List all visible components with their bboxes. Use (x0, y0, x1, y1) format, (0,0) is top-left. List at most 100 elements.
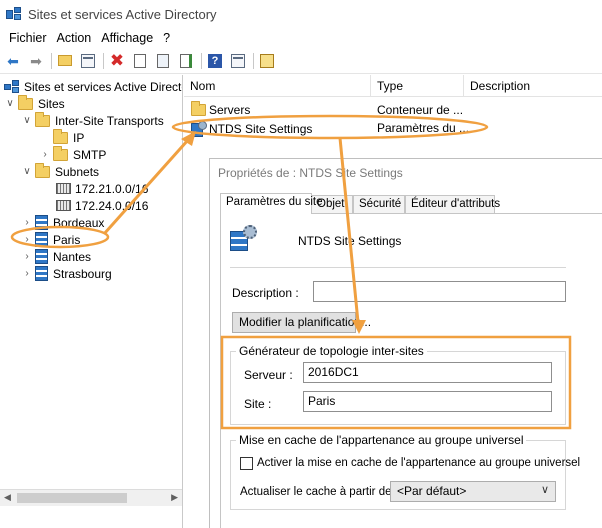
chevron-down-icon[interactable]: ∨ (5, 98, 15, 109)
list-item-type: Paramètres du ... (377, 121, 470, 135)
chevron-right-icon[interactable]: › (40, 149, 50, 160)
toolbar-separator (51, 52, 52, 69)
list-item[interactable]: NTDS Site Settings Paramètres du ... (184, 119, 484, 137)
scrollbar-thumb[interactable] (17, 493, 127, 503)
properties-icon[interactable] (131, 52, 149, 70)
horizontal-scrollbar[interactable]: ◀ ▶ (0, 489, 182, 506)
modify-schedule-button[interactable]: Modifier la planification... (232, 312, 371, 333)
tree-item-label: Paris (53, 232, 81, 247)
tree-item-ip[interactable]: IP (53, 128, 85, 146)
tree-item-label: 172.24.0.0/16 (75, 198, 149, 213)
tree-item-label: IP (73, 130, 85, 145)
server-field[interactable]: 2016DC1 (303, 362, 552, 383)
toolbar-separator (201, 52, 202, 69)
toolbar-separator (103, 52, 104, 69)
tree-item-inter-site-transports[interactable]: ∨ Inter-Site Transports (22, 111, 164, 129)
window-title: Sites et services Active Directory (28, 6, 217, 22)
tree-item-label: Subnets (55, 164, 100, 179)
ntds-settings-icon (230, 225, 258, 251)
folder-icon (35, 162, 50, 178)
site-field[interactable]: Paris (303, 391, 552, 412)
toolbar: ⬅ ➡ ✖ ? (0, 48, 602, 74)
refresh-cache-select[interactable]: <Par défaut> ∨ (390, 481, 556, 502)
chevron-right-icon[interactable]: › (22, 234, 32, 245)
tree-item-label: Sites et services Active Directory (24, 79, 183, 94)
help-icon[interactable]: ? (206, 52, 224, 70)
refresh-cache-value: <Par défaut> (397, 484, 467, 498)
list-item-name: NTDS Site Settings (209, 122, 313, 136)
menu-bar: Fichier Action Affichage ? (0, 28, 602, 48)
tab-attribute-editor[interactable]: Éditeur d'attributs (405, 195, 500, 213)
show-tree-icon[interactable] (79, 52, 97, 70)
site-icon (35, 249, 48, 264)
description-label: Description : (232, 286, 299, 300)
scroll-right-icon[interactable]: ▶ (171, 492, 178, 503)
tree-item-smtp[interactable]: › SMTP (40, 145, 106, 163)
universal-group-cache-legend: Mise en cache de l'appartenance au group… (236, 433, 527, 447)
console-icon[interactable] (229, 52, 247, 70)
title-bar: Sites et services Active Directory (0, 0, 602, 28)
list-item-type: Conteneur de ... (377, 103, 464, 117)
tree-item-nantes[interactable]: › Nantes (22, 248, 91, 265)
folder-icon (53, 145, 68, 161)
enable-cache-checkbox[interactable] (240, 457, 253, 470)
enable-cache-label: Activer la mise en cache de l'appartenan… (257, 457, 581, 469)
refresh-icon[interactable] (154, 52, 172, 70)
tree-item-label: Sites (38, 96, 65, 111)
tree-item-label: 172.21.0.0/16 (75, 181, 149, 196)
forward-arrow-icon[interactable]: ➡ (27, 52, 45, 70)
menu-affichage[interactable]: Affichage (96, 31, 158, 45)
up-folder-icon[interactable] (56, 52, 74, 70)
ad-sites-icon (4, 79, 20, 94)
server-label: Serveur : (244, 368, 293, 382)
site-icon (35, 232, 48, 247)
folder-icon (18, 94, 33, 110)
run-icon[interactable] (258, 52, 276, 70)
back-arrow-icon[interactable]: ⬅ (4, 52, 22, 70)
chevron-right-icon[interactable]: › (22, 268, 32, 279)
chevron-down-icon[interactable]: ∨ (22, 115, 32, 126)
tree-item-strasbourg[interactable]: › Strasbourg (22, 265, 112, 282)
column-header-description[interactable]: Description (464, 75, 602, 97)
subnet-icon (56, 183, 71, 194)
menu-action[interactable]: Action (52, 31, 97, 45)
list-item-name: Servers (209, 103, 251, 117)
tree-item-label: Nantes (53, 249, 92, 264)
tree-item-label: Bordeaux (53, 215, 105, 230)
chevron-right-icon[interactable]: › (22, 251, 32, 262)
refresh-cache-label: Actualiser le cache à partir de : (240, 486, 398, 498)
tree-item-paris[interactable]: › Paris (22, 231, 80, 248)
chevron-right-icon[interactable]: › (22, 217, 32, 228)
column-header-type[interactable]: Type (371, 75, 464, 97)
tree-item-root[interactable]: Sites et services Active Directory (4, 78, 183, 95)
tab-site-settings[interactable]: Paramètres du site (220, 193, 323, 214)
tree-item-subnet-172-24[interactable]: 172.24.0.0/16 (56, 197, 148, 214)
chevron-down-icon[interactable]: ∨ (541, 483, 549, 498)
tree-item-subnet-172-21[interactable]: 172.21.0.0/16 (56, 180, 148, 197)
object-name: NTDS Site Settings (298, 234, 402, 248)
navigation-tree: Sites et services Active Directory ∨ Sit… (0, 75, 183, 528)
toolbar-separator (253, 52, 254, 69)
topology-generator-legend: Générateur de topologie inter-sites (236, 344, 427, 358)
ad-sites-app-icon (6, 7, 22, 21)
menu-help[interactable]: ? (158, 31, 175, 45)
scroll-left-icon[interactable]: ◀ (4, 492, 11, 503)
description-input[interactable] (313, 281, 566, 302)
subnet-icon (56, 200, 71, 211)
tab-security[interactable]: Sécurité (353, 195, 405, 213)
tree-item-bordeaux[interactable]: › Bordeaux (22, 214, 104, 231)
tree-item-label: Inter-Site Transports (55, 113, 164, 128)
divider (230, 267, 566, 268)
tree-item-sites[interactable]: ∨ Sites (5, 94, 65, 112)
delete-icon[interactable]: ✖ (108, 52, 126, 70)
site-icon (35, 266, 48, 281)
tree-item-subnets[interactable]: ∨ Subnets (22, 162, 100, 180)
export-list-icon[interactable] (177, 52, 195, 70)
column-header-name[interactable]: Nom (184, 75, 371, 97)
list-header: Nom Type Description (184, 75, 602, 97)
list-item[interactable]: Servers Conteneur de ... (184, 101, 484, 119)
menu-fichier[interactable]: Fichier (4, 31, 52, 45)
chevron-down-icon[interactable]: ∨ (22, 166, 32, 177)
folder-icon (191, 101, 206, 116)
ntds-settings-icon (191, 121, 207, 137)
